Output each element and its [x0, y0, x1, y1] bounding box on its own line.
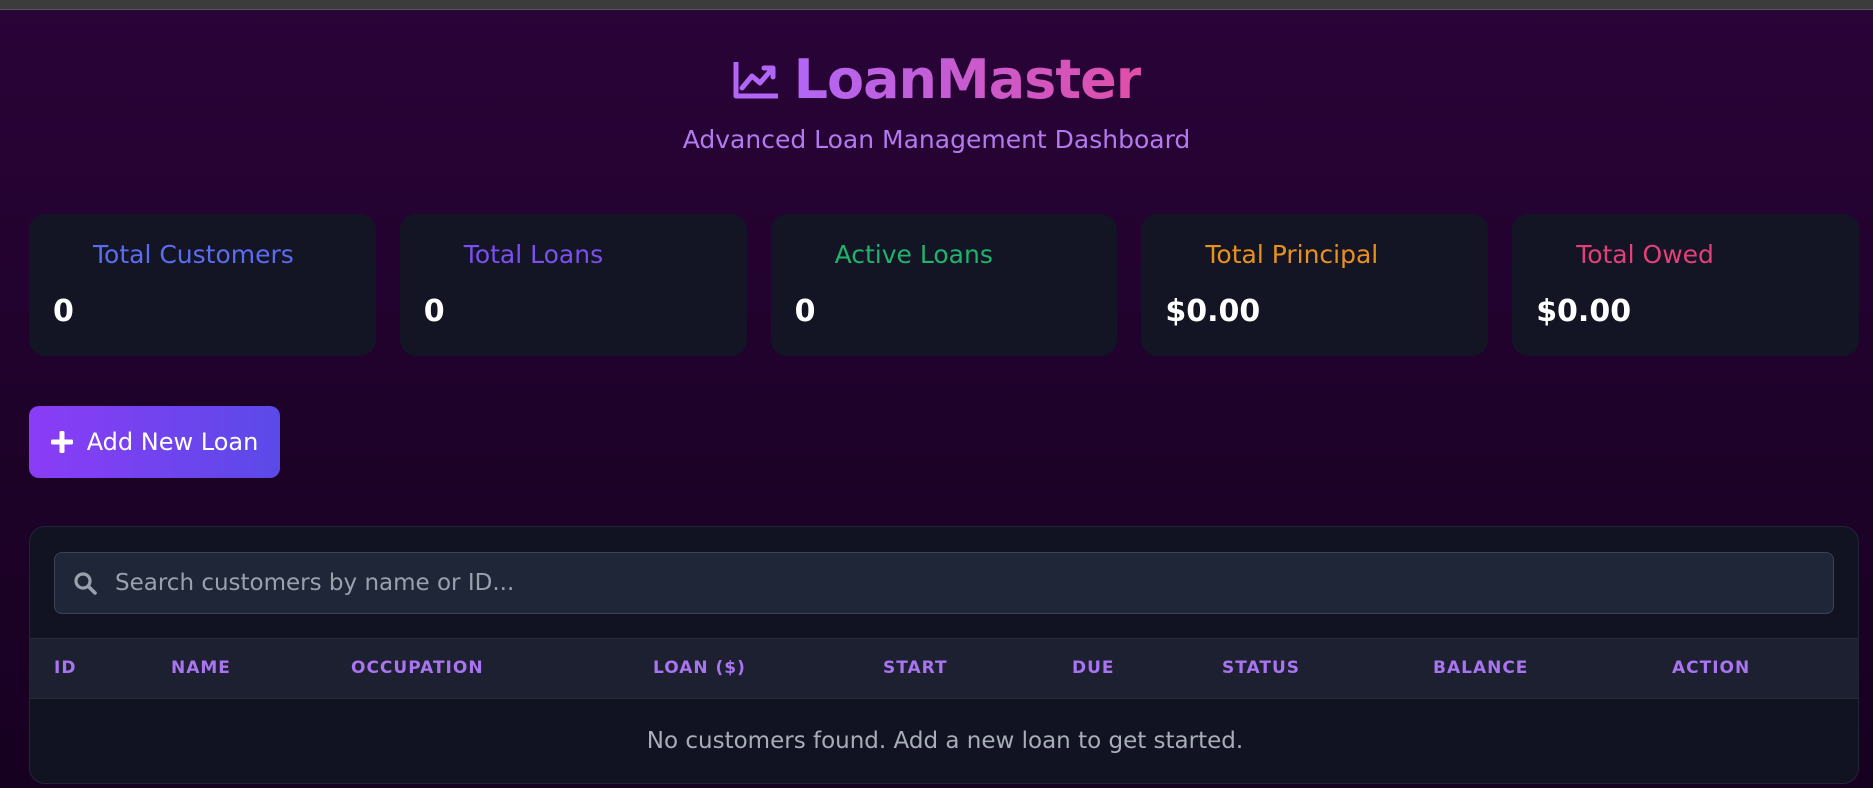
empty-state-message: No customers found. Add a new loan to ge… — [646, 728, 1244, 754]
stat-label: Active Loans — [834, 240, 993, 269]
table-header: ID NAME OCCUPATION LOAN ($) START DUE ST… — [30, 638, 1858, 699]
column-header-loan[interactable]: LOAN ($) — [653, 639, 746, 698]
stat-label: Total Principal — [1205, 240, 1379, 269]
plus-icon — [50, 431, 73, 453]
app-subtitle: Advanced Loan Management Dashboard — [682, 125, 1191, 154]
search-input[interactable] — [113, 569, 1833, 597]
stat-label: Total Customers — [93, 240, 294, 269]
column-header-name[interactable]: NAME — [171, 639, 231, 698]
column-header-action[interactable]: ACTION — [1672, 639, 1750, 698]
stat-card-total-loans: Total Loans 0 — [399, 214, 747, 356]
column-header-due[interactable]: DUE — [1072, 639, 1115, 698]
stat-card-total-owed: Total Owed $0.00 — [1512, 214, 1859, 356]
stat-value: 0 — [53, 294, 74, 329]
app-title: LoanMaster — [793, 48, 1143, 111]
column-header-occupation[interactable]: OCCUPATION — [351, 639, 484, 698]
chart-line-icon — [732, 60, 780, 100]
stat-card-active-loans: Active Loans 0 — [770, 214, 1118, 356]
column-header-id[interactable]: ID — [54, 639, 76, 698]
window-top-bar — [0, 0, 1873, 10]
stat-value: 0 — [794, 294, 816, 329]
stat-label: Total Loans — [463, 240, 604, 269]
page-header: LoanMaster Advanced Loan Management Dash… — [0, 48, 1873, 154]
column-header-balance[interactable]: BALANCE — [1433, 639, 1528, 698]
customers-panel: ID NAME OCCUPATION LOAN ($) START DUE ST… — [29, 526, 1859, 784]
column-header-status[interactable]: STATUS — [1222, 639, 1300, 698]
stat-value: $0.00 — [1165, 294, 1261, 329]
search-bar — [54, 552, 1834, 614]
brand: LoanMaster — [732, 48, 1142, 111]
search-icon — [73, 571, 97, 595]
add-new-loan-button[interactable]: Add New Loan — [29, 406, 280, 478]
stat-card-total-principal: Total Principal $0.00 — [1141, 214, 1489, 356]
stat-value: $0.00 — [1536, 294, 1632, 329]
add-new-loan-label: Add New Loan — [86, 428, 259, 456]
stat-label: Total Owed — [1576, 240, 1714, 269]
stat-card-total-customers: Total Customers 0 — [29, 214, 376, 356]
stat-value: 0 — [423, 294, 445, 329]
stats-row: Total Customers 0 Total Loans 0 Active L… — [29, 214, 1859, 356]
column-header-start[interactable]: START — [883, 639, 948, 698]
